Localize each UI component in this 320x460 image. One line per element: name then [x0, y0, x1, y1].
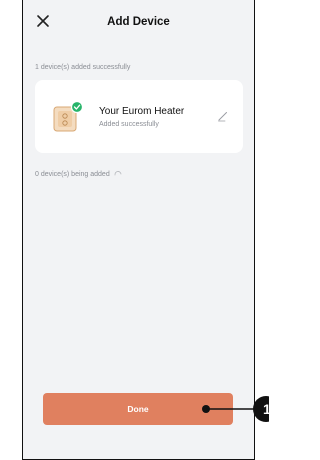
device-status: Added successfully — [99, 121, 159, 128]
close-icon[interactable] — [35, 13, 51, 29]
pencil-icon[interactable] — [217, 110, 229, 122]
check-badge-icon — [70, 100, 84, 114]
page-title: Add Device — [107, 16, 170, 28]
success-count-label: 1 device(s) added successfully — [35, 64, 131, 71]
done-button[interactable]: Done — [43, 393, 233, 425]
app-screen: Add Device 1 device(s) added successfull… — [22, 0, 255, 460]
heater-device-icon — [53, 100, 84, 132]
loading-spinner-icon — [114, 171, 122, 176]
device-card[interactable]: Your Eurom Heater Added successfully — [35, 80, 243, 153]
adding-count-label: 0 device(s) being added — [35, 170, 110, 178]
device-name: Your Eurom Heater — [99, 106, 185, 117]
header-bar: Add Device — [23, 0, 254, 44]
callout-number-badge — [253, 396, 269, 422]
adding-count-row: 0 device(s) being added — [35, 170, 122, 178]
callout-number: 1 — [263, 401, 269, 417]
